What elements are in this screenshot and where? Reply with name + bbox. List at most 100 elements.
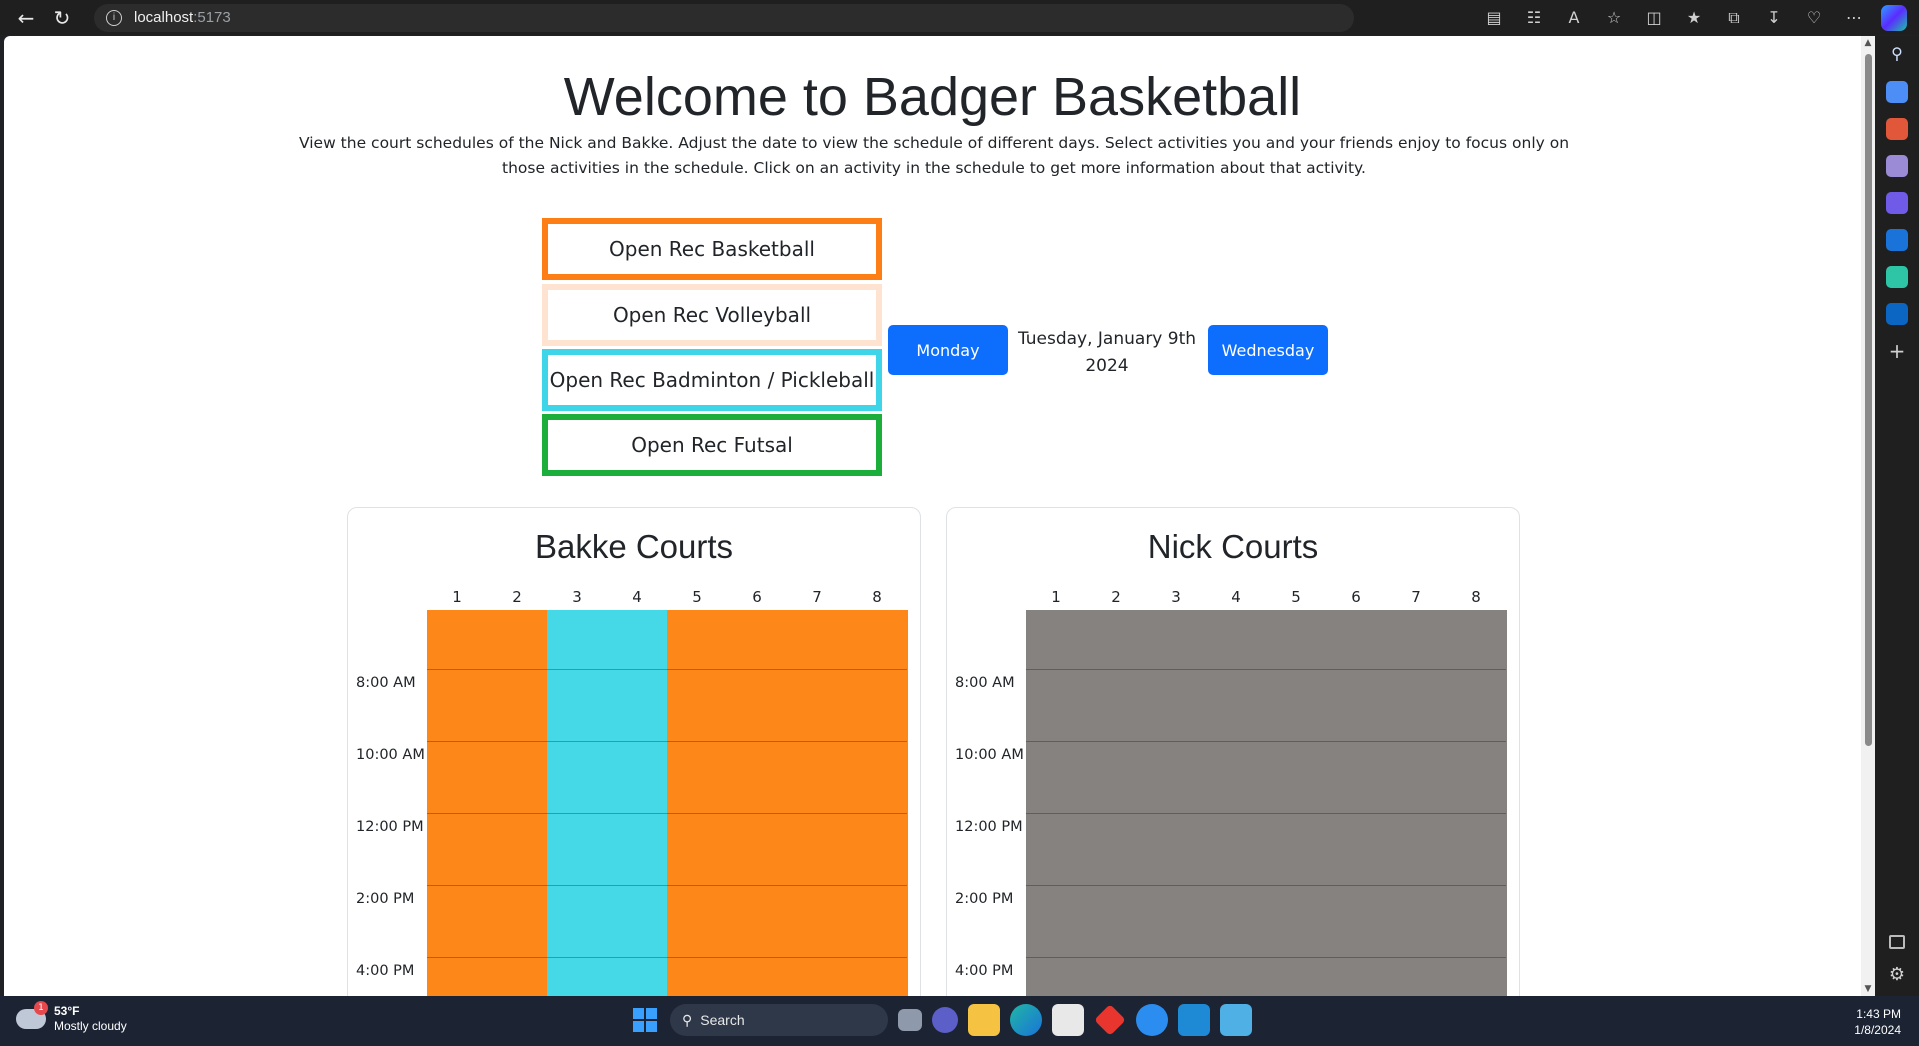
court-title: Bakke Courts [534,528,734,565]
court-schedule-block[interactable] [427,610,488,996]
time-gridline [427,813,907,814]
court-schedule-block[interactable] [487,610,548,996]
filter-volleyball-button[interactable]: Open Rec Volleyball [542,284,882,346]
favorites-icon[interactable]: ★ [1681,5,1707,31]
previous-day-button[interactable]: Monday [888,325,1008,375]
read-aloud-icon[interactable]: A [1561,5,1587,31]
site-info-icon[interactable]: i [106,9,122,26]
court-schedule-block[interactable] [727,610,788,996]
court-schedule-block[interactable] [1026,610,1087,996]
scroll-thumb[interactable] [1865,54,1872,746]
court-number-label: 8 [1471,588,1481,606]
windows-taskbar: 1 53°F Mostly cloudy ⚲ Search 1:43 PM 1/… [0,996,1919,1046]
page-viewport: Welcome to Badger Basketball View the co… [4,36,1861,996]
address-bar[interactable]: i localhost:5173 [94,3,1354,32]
scroll-down-icon[interactable]: ▼ [1863,984,1873,994]
more-options-icon[interactable]: ⋯ [1841,5,1867,31]
time-label: 12:00 PM [356,819,424,835]
court-number-label: 2 [1111,588,1121,606]
court-number-label: 7 [812,588,822,606]
filter-futsal-button[interactable]: Open Rec Futsal [542,414,882,476]
court-schedule-block[interactable] [1086,610,1147,996]
windows-start-icon[interactable] [630,1005,660,1035]
copilot-icon[interactable] [1881,4,1907,31]
notepad-icon[interactable] [1220,1004,1252,1036]
court-schedule-block[interactable] [667,610,728,996]
court-schedule-block[interactable] [787,610,848,996]
time-label: 4:00 PM [955,963,1014,979]
filter-badminton-pickleball-button[interactable]: Open Rec Badminton / Pickleball [542,349,882,411]
vscode-icon[interactable] [1178,1004,1210,1036]
games-icon[interactable] [1886,155,1908,177]
scroll-up-icon[interactable]: ▲ [1863,38,1873,48]
app-red-icon[interactable] [1094,1004,1126,1036]
court-schedule-block[interactable] [1206,610,1267,996]
court-schedule-block[interactable] [547,610,608,996]
sidebar-toggle-icon[interactable] [1889,935,1905,949]
outlook-icon[interactable] [1886,229,1908,251]
page-scrollbar[interactable]: ▲ ▼ [1861,36,1875,996]
court-number-label: 4 [632,588,642,606]
court-number-label: 6 [752,588,762,606]
time-label: 4:00 PM [356,963,415,979]
shopping-icon[interactable] [1886,81,1908,103]
court-number-label: 3 [1171,588,1181,606]
page-title: Welcome to Badger Basketball [563,67,1302,127]
extensions-icon[interactable]: ☷ [1521,5,1547,31]
court-title: Nick Courts [1147,528,1319,565]
court-schedule-block[interactable] [1146,610,1207,996]
back-icon[interactable]: ← [8,0,44,35]
time-label: 10:00 AM [356,747,425,763]
teams-icon[interactable] [932,1007,958,1033]
search-icon[interactable]: ⚲ [1886,44,1908,66]
search-label: Search [700,1012,745,1028]
time-label: 2:00 PM [356,891,415,907]
time-gridline [1026,813,1506,814]
weather-condition: Mostly cloudy [54,1019,127,1033]
court-number-label: 1 [452,588,462,606]
health-icon[interactable]: ♡ [1801,5,1827,31]
court-schedule-block[interactable] [1386,610,1447,996]
court-column-labels: 1 2 3 4 5 6 7 8 [1026,588,1506,610]
task-view-icon[interactable] [898,1009,922,1031]
next-day-button[interactable]: Wednesday [1208,325,1328,375]
refresh-icon[interactable]: ↻ [44,0,80,35]
microsoft365-icon[interactable] [1886,192,1908,214]
clock-time: 1:43 PM [1856,1007,1901,1021]
time-gridline [427,741,907,742]
court-schedule-block[interactable] [1266,610,1327,996]
filter-basketball-button[interactable]: Open Rec Basketball [542,218,882,280]
app-available-icon[interactable]: ▤ [1481,5,1507,31]
court-number-label: 2 [512,588,522,606]
time-label: 12:00 PM [955,819,1023,835]
bakke-courts-card: Bakke Courts 1 2 3 4 5 6 7 8 8:00 AM 10:… [347,507,921,996]
url-host: localhost [134,9,194,26]
edge-icon[interactable] [1010,1004,1042,1036]
court-number-label: 6 [1351,588,1361,606]
court-number-label: 5 [692,588,702,606]
court-number-label: 8 [872,588,882,606]
store-icon[interactable] [1052,1004,1084,1036]
court-schedule-block[interactable] [1326,610,1387,996]
drop-icon[interactable] [1886,266,1908,288]
linkedin-icon[interactable] [1886,303,1908,325]
notification-badge: 1 [34,1001,48,1015]
split-screen-icon[interactable]: ◫ [1641,5,1667,31]
help-icon[interactable] [1136,1004,1168,1036]
file-explorer-icon[interactable] [968,1004,1000,1036]
collections-icon[interactable]: ⧉ [1721,5,1747,31]
court-schedule-block[interactable] [847,610,908,996]
weather-widget[interactable]: 1 53°F Mostly cloudy [16,1001,127,1034]
settings-icon[interactable]: ⚙ [1886,964,1908,986]
downloads-icon[interactable]: ↧ [1761,5,1787,31]
court-schedule-block[interactable] [607,610,668,996]
system-clock[interactable]: 1:43 PM 1/8/2024 [1854,1006,1901,1038]
temperature: 53°F [54,1004,80,1018]
cloud-icon: 1 [16,1001,48,1029]
court-schedule-block[interactable] [1446,610,1507,996]
favorite-star-icon[interactable]: ☆ [1601,5,1627,31]
tools-icon[interactable] [1886,118,1908,140]
taskbar-search[interactable]: ⚲ Search [670,1004,888,1036]
time-gridline [1026,741,1506,742]
add-icon[interactable]: + [1886,340,1908,362]
